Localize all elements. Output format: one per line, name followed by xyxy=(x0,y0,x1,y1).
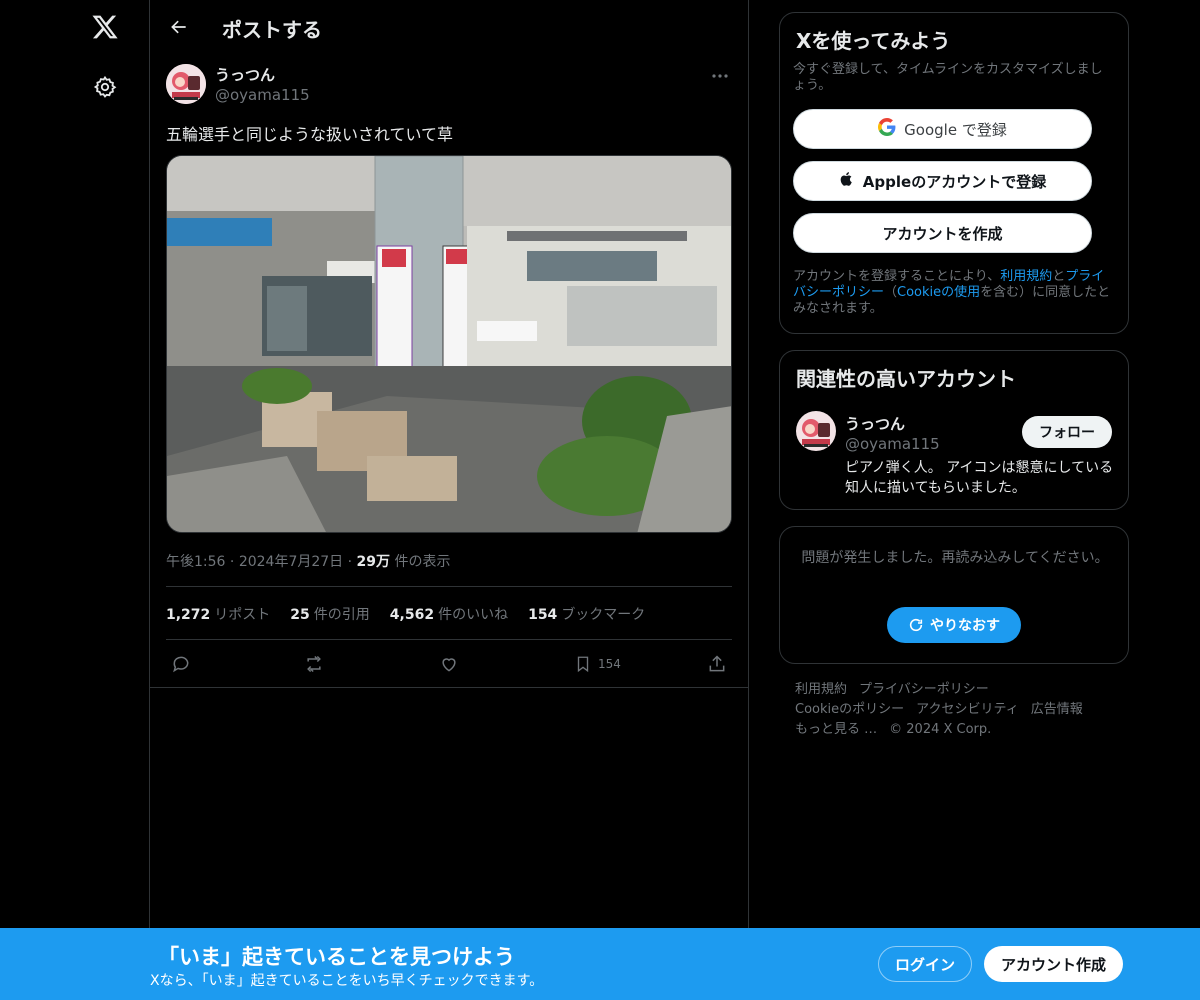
divider xyxy=(166,586,732,587)
cookie-paren: （ xyxy=(884,285,898,300)
views-label: 件の表示 xyxy=(394,554,451,570)
banner-title: 「いま」起きていることを見つけよう xyxy=(158,945,515,969)
cookie-link[interactable]: Cookieの使用 xyxy=(897,285,980,300)
signup-card-title: Xを使ってみよう xyxy=(796,29,951,53)
footer-accessibility[interactable]: アクセシビリティ xyxy=(916,702,1019,717)
relevant-account-name[interactable]: うっつん xyxy=(845,413,905,434)
main-column: ポストする うっつん @oyama115 五輪選手と同じような扱いされていて草 xyxy=(149,0,749,1000)
heart-icon[interactable] xyxy=(439,650,459,678)
post-actions: 154 xyxy=(166,650,732,678)
footer-links: 利用規約 プライバシーポリシー Cookieのポリシー アクセシビリティ 広告情報 も… xyxy=(795,680,1115,740)
avatar[interactable] xyxy=(166,64,206,104)
post-text: 五輪選手と同じような扱いされていて草 xyxy=(166,125,454,144)
post-image[interactable] xyxy=(166,155,732,533)
terms-link[interactable]: 利用規約 xyxy=(1000,269,1052,284)
signup-terms: アカウントを登録することにより、利用規約とプライバシーポリシー（Cookieの使… xyxy=(793,269,1115,317)
gear-icon[interactable] xyxy=(90,72,120,102)
page: ポストする うっつん @oyama115 五輪選手と同じような扱いされていて草 xyxy=(0,0,1200,1000)
author-name[interactable]: うっつん xyxy=(215,64,275,85)
bookmarks-stat[interactable]: 154 ブックマーク xyxy=(528,604,645,624)
apple-signup-label: Appleのアカウントで登録 xyxy=(862,172,1047,191)
left-nav xyxy=(0,0,150,1000)
signup-card-subtitle: 今すぐ登録して、タイムラインをカスタマイズしましょう。 xyxy=(793,62,1103,93)
relevant-card-title: 関連性の高いアカウント xyxy=(796,367,1016,391)
post-date[interactable]: 2024年7月27日 xyxy=(239,554,343,570)
footer-copyright: © 2024 X Corp. xyxy=(889,722,992,737)
signup-banner: 「いま」起きていることを見つけよう Xなら、「いま」起きていることをいち早くチェ… xyxy=(0,928,1200,1000)
x-logo-icon[interactable] xyxy=(88,10,122,44)
create-account-button[interactable]: アカウントを作成 xyxy=(793,213,1092,253)
author-handle[interactable]: @oyama115 xyxy=(215,86,310,104)
bookmark-count: 154 xyxy=(598,657,621,671)
login-button[interactable]: ログイン xyxy=(878,946,972,982)
views-count: 29万 xyxy=(356,554,391,570)
relevant-account-bio: ピアノ弾く人。 アイコンは懇意にしている知人に描いてもらいました。 xyxy=(845,460,1114,496)
retry-button[interactable]: やりなおす xyxy=(887,607,1021,643)
post-stats: 1,272 リポスト 25 件の引用 4,562 件のいいね 154 ブックマーク xyxy=(166,604,645,624)
divider xyxy=(150,687,748,688)
post-time[interactable]: 午後1:56 xyxy=(166,554,225,570)
error-card: 問題が発生しました。再読み込みしてください。 やりなおす xyxy=(779,526,1129,664)
terms-prefix: アカウントを登録することにより、 xyxy=(793,269,1001,284)
google-signup-button[interactable]: Google で登録 xyxy=(793,109,1092,149)
footer-ads[interactable]: 広告情報 xyxy=(1031,702,1083,717)
create-account-label: アカウントを作成 xyxy=(882,224,1003,243)
follow-button[interactable]: フォロー xyxy=(1022,416,1112,448)
share-icon[interactable] xyxy=(707,650,727,678)
more-options-icon[interactable] xyxy=(708,66,732,86)
arrow-left-icon[interactable] xyxy=(164,12,194,42)
terms-and: と xyxy=(1052,269,1066,284)
refresh-icon xyxy=(909,618,923,632)
signup-card: Xを使ってみよう 今すぐ登録して、タイムラインをカスタマイズしましょう。 Goo… xyxy=(779,12,1129,334)
post-meta: 午後1:56 · 2024年7月27日 · 29万 件の表示 xyxy=(166,554,451,570)
repost-icon[interactable] xyxy=(303,650,325,678)
page-header: ポストする xyxy=(150,0,748,54)
footer-cookie[interactable]: Cookieのポリシー xyxy=(795,702,904,717)
apple-icon xyxy=(839,170,855,192)
relevant-accounts-card: 関連性の高いアカウント うっつん @oyama115 フォロー ピアノ弾く人。 … xyxy=(779,350,1129,510)
relevant-account-handle[interactable]: @oyama115 xyxy=(845,435,940,453)
quotes-stat[interactable]: 25 件の引用 xyxy=(290,604,369,624)
footer-terms[interactable]: 利用規約 xyxy=(795,682,847,697)
google-icon xyxy=(878,118,896,140)
divider xyxy=(166,639,732,640)
error-message: 問題が発生しました。再読み込みしてください。 xyxy=(801,550,1109,566)
page-title: ポストする xyxy=(222,18,322,42)
reply-icon[interactable] xyxy=(171,650,191,678)
footer-privacy[interactable]: プライバシーポリシー xyxy=(859,682,989,697)
likes-stat[interactable]: 4,562 件のいいね xyxy=(390,604,508,624)
relevant-account-avatar[interactable] xyxy=(796,411,836,451)
post-photo xyxy=(167,156,731,532)
google-signup-label: Google で登録 xyxy=(904,120,1007,139)
footer-more[interactable]: もっと見る … xyxy=(795,722,877,737)
banner-subtitle: Xなら、「いま」起きていることをいち早くチェックできます。 xyxy=(150,973,544,989)
post-author: うっつん @oyama115 xyxy=(166,64,732,108)
signup-button[interactable]: アカウント作成 xyxy=(984,946,1123,982)
retry-label: やりなおす xyxy=(930,618,1000,634)
bookmark-icon[interactable]: 154 xyxy=(574,650,621,678)
apple-signup-button[interactable]: Appleのアカウントで登録 xyxy=(793,161,1092,201)
reposts-stat[interactable]: 1,272 リポスト xyxy=(166,604,270,624)
